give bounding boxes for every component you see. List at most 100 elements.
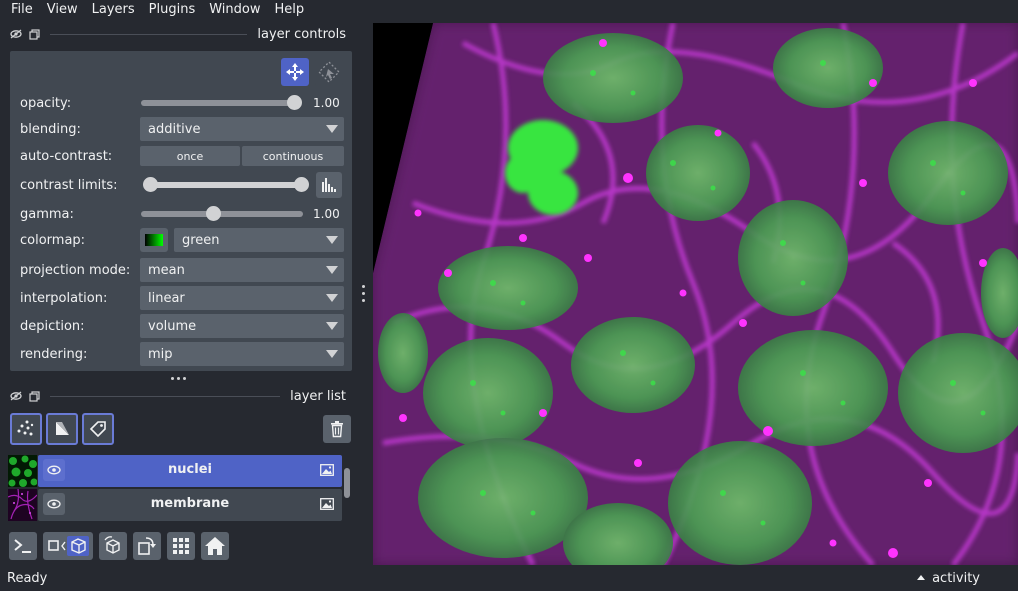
cube-rotate-icon: [104, 536, 120, 554]
pan-zoom-button[interactable]: [281, 58, 309, 86]
layer-row-nuclei[interactable]: nuclei: [8, 455, 342, 487]
opacity-slider[interactable]: [141, 100, 297, 106]
contrast-limits-max-handle[interactable]: [294, 177, 309, 192]
status-text: Ready: [7, 571, 48, 586]
contrast-limits-min-handle[interactable]: [143, 177, 158, 192]
colormap-value: green: [182, 232, 220, 248]
activity-button[interactable]: activity: [917, 571, 980, 586]
colormap-select[interactable]: green: [174, 228, 344, 252]
title-divider: [50, 395, 281, 397]
transpose-icon: [138, 537, 156, 555]
menu-view[interactable]: View: [40, 0, 85, 20]
label-tag-icon: [89, 421, 106, 438]
gamma-slider[interactable]: [141, 211, 303, 217]
caret-up-icon: [917, 575, 926, 580]
points-icon: [17, 420, 34, 436]
dock-splitter-handle[interactable]: [171, 377, 186, 380]
layer-name[interactable]: nuclei: [38, 462, 342, 477]
contrast-limits-slider[interactable]: [150, 182, 302, 188]
transpose-button[interactable]: [133, 532, 161, 560]
chevron-down-icon: [326, 125, 338, 133]
layer-controls-titlebar: layer controls: [0, 23, 352, 45]
menu-file[interactable]: File: [4, 0, 40, 20]
colormap-label: colormap:: [20, 232, 86, 248]
chevron-down-icon: [326, 266, 338, 274]
home-icon: [205, 537, 225, 555]
rendering-value: mip: [148, 346, 173, 362]
home-button[interactable]: [201, 532, 229, 560]
trash-icon: [331, 421, 343, 438]
colormap-swatch[interactable]: [140, 228, 168, 252]
layer-list-title: layer list: [290, 388, 346, 404]
auto-contrast-once-button[interactable]: once: [140, 146, 240, 166]
layer-body[interactable]: membrane: [38, 489, 342, 521]
gamma-slider-handle[interactable]: [206, 206, 221, 221]
depiction-value: volume: [148, 318, 197, 334]
transform-icon: [318, 61, 340, 83]
canvas-splitter-handle[interactable]: [362, 285, 366, 302]
blending-select[interactable]: additive: [140, 117, 344, 141]
gamma-value: 1.00: [313, 207, 340, 221]
ndisplay-toggle-button[interactable]: [43, 532, 93, 560]
histogram-icon: [322, 178, 336, 192]
move-arrows-icon: [286, 63, 304, 81]
chevron-down-icon: [326, 350, 338, 358]
layer-list-titlebar: layer list: [0, 385, 352, 407]
interpolation-label: interpolation:: [20, 290, 108, 306]
blending-label: blending:: [20, 121, 81, 137]
auto-contrast-continuous-button[interactable]: continuous: [242, 146, 344, 166]
close-dock-icon[interactable]: [10, 28, 22, 40]
menu-help[interactable]: Help: [268, 0, 312, 20]
layer-name[interactable]: membrane: [38, 496, 342, 511]
colormap-gradient: [145, 234, 163, 246]
menu-layers[interactable]: Layers: [85, 0, 142, 20]
new-shapes-layer-button[interactable]: [46, 413, 78, 445]
2d-3d-toggle-icon: [48, 536, 89, 556]
layer-controls-panel: opacity: 1.00 blending: additive auto-co…: [10, 51, 352, 371]
rendering-select[interactable]: mip: [140, 342, 344, 366]
layer-controls-title: layer controls: [257, 26, 346, 42]
chevron-down-icon: [326, 236, 338, 244]
close-dock-icon[interactable]: [10, 390, 22, 402]
layer-row-membrane[interactable]: membrane: [7, 488, 342, 521]
interpolation-select[interactable]: linear: [140, 286, 344, 310]
new-points-layer-button[interactable]: [10, 413, 42, 445]
delete-layer-button[interactable]: [323, 415, 351, 443]
contrast-limits-label: contrast limits:: [20, 177, 118, 193]
chevron-down-icon: [326, 294, 338, 302]
shapes-icon: [56, 422, 69, 435]
image-layer-icon: [320, 464, 334, 476]
layer-thumbnail: [7, 488, 38, 521]
depiction-label: depiction:: [20, 318, 85, 334]
float-dock-icon[interactable]: [28, 390, 40, 402]
layer-body[interactable]: nuclei: [38, 455, 342, 487]
menu-window[interactable]: Window: [202, 0, 267, 20]
layer-list-scrollbar[interactable]: [343, 457, 351, 519]
chevron-down-icon: [326, 322, 338, 330]
title-divider: [50, 33, 248, 35]
opacity-slider-handle[interactable]: [287, 95, 302, 110]
interpolation-value: linear: [148, 290, 185, 306]
histogram-button[interactable]: [316, 172, 342, 198]
layer-thumbnail: [8, 455, 38, 487]
console-button[interactable]: [9, 532, 37, 560]
opacity-value: 1.00: [313, 96, 340, 110]
transform-button[interactable]: [315, 58, 343, 86]
opacity-label: opacity:: [20, 95, 72, 111]
grid-view-button[interactable]: [167, 532, 195, 560]
microscopy-image: [373, 23, 1018, 565]
viewer-canvas[interactable]: [373, 23, 1018, 565]
image-layer-icon: [320, 498, 334, 510]
grid-icon: [173, 538, 189, 554]
roll-dims-button[interactable]: [99, 532, 127, 560]
new-labels-layer-button[interactable]: [82, 413, 114, 445]
projection-mode-label: projection mode:: [20, 262, 131, 278]
projection-mode-select[interactable]: mean: [140, 258, 344, 282]
gamma-label: gamma:: [20, 206, 74, 222]
depiction-select[interactable]: volume: [140, 314, 344, 338]
scrollbar-thumb[interactable]: [344, 468, 350, 498]
menu-plugins[interactable]: Plugins: [142, 0, 203, 20]
auto-contrast-label: auto-contrast:: [20, 148, 113, 164]
float-dock-icon[interactable]: [28, 28, 40, 40]
activity-label: activity: [932, 571, 980, 586]
